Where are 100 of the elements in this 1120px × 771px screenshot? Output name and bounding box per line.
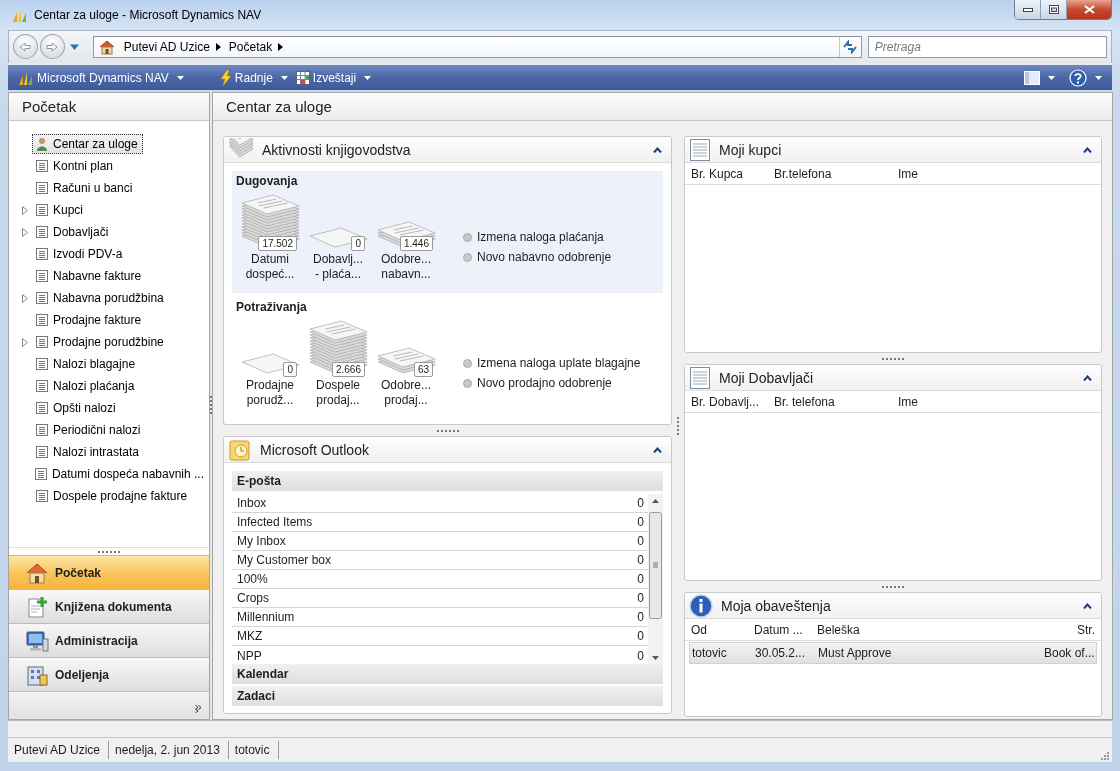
list-icon xyxy=(36,204,48,217)
folder-count: 0 xyxy=(637,648,644,663)
tree-item[interactable]: Opšti nalozi xyxy=(32,398,121,419)
refresh-icon xyxy=(842,39,859,54)
report-icon xyxy=(295,70,310,85)
house-icon[interactable] xyxy=(97,38,116,55)
action-link[interactable]: Novo nabavno odobrenje xyxy=(463,250,659,265)
caret-icon[interactable] xyxy=(176,75,184,80)
cue-label[interactable]: Dobavlj... - plaća... xyxy=(313,252,363,283)
action-link[interactable]: Novo prodajno odobrenje xyxy=(463,376,659,391)
page-title: Centar za uloge xyxy=(213,93,1112,122)
status-text: nedelja, 2. jun 2013 xyxy=(115,741,229,760)
back-button[interactable] xyxy=(13,34,38,60)
tree-item[interactable]: Periodični nalozi xyxy=(32,420,146,441)
folder-count: 0 xyxy=(637,629,644,644)
splitter-grip[interactable] xyxy=(882,357,904,360)
tree-item[interactable]: Prodajne fakture xyxy=(32,310,147,331)
tree-item[interactable]: Izvodi PDV-a xyxy=(32,244,128,265)
collapse-button[interactable] xyxy=(653,146,662,153)
tree-item[interactable]: Nabavne fakture xyxy=(32,266,147,287)
minimize-button[interactable] xyxy=(1015,0,1041,19)
breadcrumb-link[interactable]: Putevi AD Uzice xyxy=(123,39,210,54)
forward-button[interactable] xyxy=(39,34,65,60)
caret-icon[interactable] xyxy=(1095,75,1102,80)
close-button[interactable] xyxy=(1067,0,1111,19)
collapse-button[interactable] xyxy=(1083,374,1092,381)
list-icon xyxy=(36,336,48,349)
window-title: Centar za uloge - Microsoft Dynamics NAV xyxy=(34,7,262,22)
tree-item[interactable]: Nabavna porudžbina xyxy=(32,288,169,309)
table-cell-text: 30.05.2... xyxy=(755,646,807,661)
nav-button[interactable]: Odeljenja xyxy=(9,657,209,692)
splitter-grip[interactable] xyxy=(436,429,459,432)
chevron-right-icon[interactable] xyxy=(215,42,221,51)
section-header[interactable]: E-pošta xyxy=(232,471,663,492)
collapse-button[interactable] xyxy=(1083,602,1092,609)
outlook-icon xyxy=(228,437,252,462)
list-icon xyxy=(689,365,711,390)
list-icon xyxy=(36,270,48,283)
collapse-button[interactable] xyxy=(1083,146,1092,153)
collapse-button[interactable] xyxy=(653,446,662,453)
section-header[interactable]: Zadaci xyxy=(232,686,663,707)
nav-button[interactable]: Administracija xyxy=(9,623,209,658)
count-badge: 0 xyxy=(283,362,297,378)
resize-grip-icon[interactable] xyxy=(1099,750,1109,760)
chevron-right-icon[interactable] xyxy=(278,42,284,51)
tree-item[interactable]: Prodajne porudžbine xyxy=(32,332,169,353)
action-link[interactable]: Izmena naloga uplate blagajne xyxy=(463,356,659,371)
nav-button[interactable]: Knjižena dokumenta xyxy=(9,589,209,624)
options-button[interactable] xyxy=(195,705,202,714)
caret-icon[interactable] xyxy=(1048,75,1055,80)
chevron-up-icon xyxy=(1083,374,1092,381)
breadcrumb-link[interactable]: Početak xyxy=(228,39,273,54)
tree-item[interactable]: Kupci xyxy=(32,200,89,221)
tree-item[interactable]: Računi u banci xyxy=(32,178,138,199)
caret-icon[interactable] xyxy=(280,75,288,80)
tree-item[interactable]: Datumi dospeća nabavnih ... xyxy=(30,464,209,485)
lightning-icon xyxy=(219,69,232,86)
tree-item[interactable]: Nalozi intrastata xyxy=(32,442,145,463)
maximize-button[interactable] xyxy=(1041,0,1067,19)
menu-button[interactable]: Microsoft Dynamics NAV xyxy=(14,66,188,89)
tree-item[interactable]: Dobavljači xyxy=(32,222,114,243)
nav-button[interactable]: Početak xyxy=(9,555,209,590)
cue-label[interactable]: Datumi dospeć... xyxy=(245,252,295,283)
folder-name: Infected Items xyxy=(237,515,313,530)
cue-label[interactable]: Odobre... prodaj... xyxy=(381,378,431,409)
menu-button[interactable]: Izveštaji xyxy=(291,66,376,89)
group-title: Dugovanja xyxy=(236,174,299,189)
tree-item[interactable]: Nalozi blagajne xyxy=(32,354,141,375)
arrow-left-icon xyxy=(19,41,32,52)
tree-item[interactable]: Centar za uloge xyxy=(32,134,143,155)
expand-icon[interactable] xyxy=(22,293,28,303)
search-field[interactable]: Pretraga xyxy=(867,35,1107,58)
status-text: Putevi AD Uzice xyxy=(14,741,110,760)
expand-icon[interactable] xyxy=(22,205,28,215)
folder-count: 0 xyxy=(637,610,644,625)
part-title: Microsoft Outlook xyxy=(260,441,369,458)
scrollbar[interactable] xyxy=(648,494,663,665)
cue-label[interactable]: Odobre... nabavn... xyxy=(381,252,431,283)
list-icon xyxy=(36,380,48,393)
splitter-grip[interactable] xyxy=(98,550,120,553)
cue-label[interactable]: Prodajne porudž... xyxy=(245,378,294,409)
pane-title: Početak xyxy=(9,93,209,122)
section-header[interactable]: Kalendar xyxy=(232,664,663,685)
table-row[interactable]: totovic 30.05.2... Must Approve Book of... xyxy=(689,642,1097,665)
folder-name: NPP xyxy=(237,648,262,663)
splitter-grip[interactable] xyxy=(882,585,904,588)
tree-item[interactable]: Nalozi plaćanja xyxy=(32,376,140,397)
folder-name: My Inbox xyxy=(237,534,286,549)
expand-icon[interactable] xyxy=(22,337,28,347)
column-header: Br. telefona xyxy=(774,394,836,409)
table-cell-text: totovic xyxy=(692,646,728,661)
caret-icon[interactable] xyxy=(364,75,372,80)
expand-icon[interactable] xyxy=(22,227,28,237)
history-caret-icon[interactable] xyxy=(69,43,79,50)
menu-button[interactable]: Radnje xyxy=(215,66,292,89)
tree-item[interactable]: Kontni plan xyxy=(32,156,119,177)
tree-item[interactable]: Dospele prodajne fakture xyxy=(32,486,193,507)
action-link[interactable]: Izmena naloga plaćanja xyxy=(463,230,659,245)
cue-label[interactable]: Dospele prodaj... xyxy=(316,378,360,409)
column-header: Br.telefona xyxy=(774,166,833,181)
